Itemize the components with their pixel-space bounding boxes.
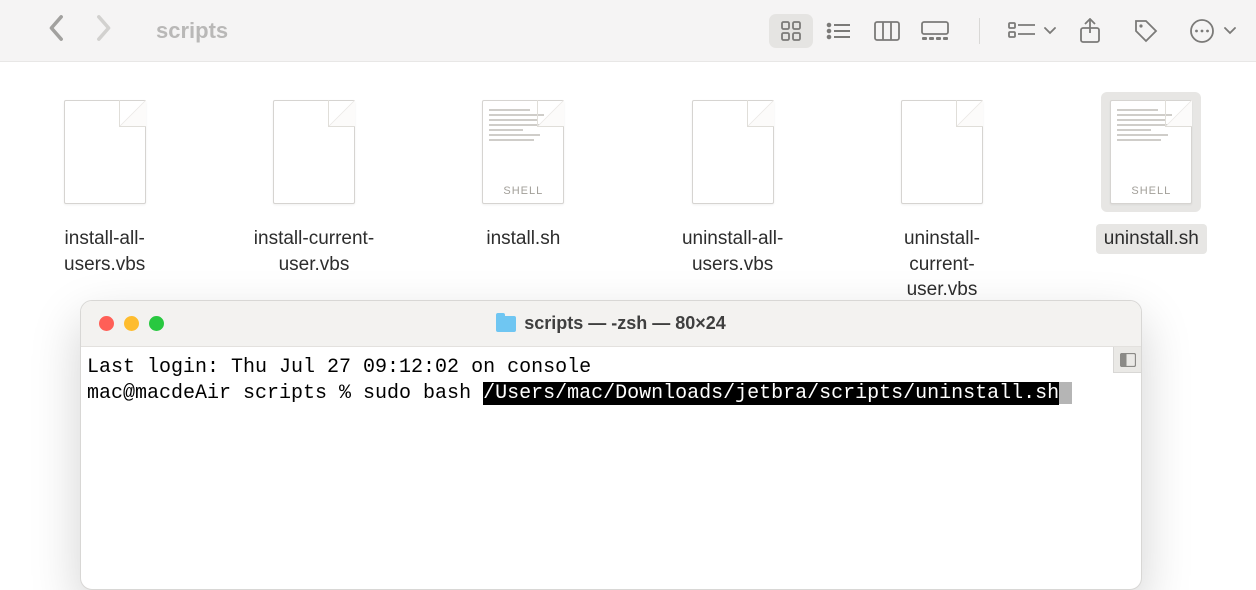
close-button[interactable] [99,316,114,331]
icon-view-button[interactable] [769,14,813,48]
folder-icon [496,316,516,332]
file-label: install.sh [478,224,568,254]
zoom-button[interactable] [149,316,164,331]
share-button[interactable] [1068,14,1112,48]
tags-button[interactable] [1124,14,1168,48]
terminal-cmd-prefix: sudo bash [363,382,483,405]
terminal-prompt: mac@macdeAir scripts % [87,382,363,405]
file-icon: SHELL [473,92,573,212]
file-icon [264,92,364,212]
file-icon: SHELL [1101,92,1201,212]
file-icon [55,92,155,212]
terminal-cursor [1059,382,1072,404]
terminal-sidebar-toggle[interactable] [1113,347,1141,373]
file-label: install-current-user.vbs [239,224,388,279]
file-label: uninstall.sh [1096,224,1207,254]
terminal-body[interactable]: Last login: Thu Jul 27 09:12:02 on conso… [81,347,1141,415]
back-button[interactable] [48,14,66,47]
gallery-view-button[interactable] [913,14,957,48]
file-item[interactable]: install-all-users.vbs [30,92,179,305]
terminal-titlebar[interactable]: scripts — -zsh — 80×24 [81,301,1141,347]
list-view-button[interactable] [817,14,861,48]
file-item[interactable]: install-current-user.vbs [239,92,388,305]
terminal-line: Last login: Thu Jul 27 09:12:02 on conso… [87,356,591,379]
minimize-button[interactable] [124,316,139,331]
folder-title: scripts [156,18,228,44]
terminal-title: scripts — -zsh — 80×24 [81,313,1141,334]
chevron-down-icon [1044,22,1056,40]
file-item[interactable]: uninstall-all-users.vbs [658,92,807,305]
more-actions-button[interactable] [1180,14,1224,48]
finder-toolbar: scripts [0,0,1256,62]
forward-button[interactable] [94,14,112,47]
file-icon [892,92,992,212]
group-by-button[interactable] [1000,14,1044,48]
terminal-title-text: scripts — -zsh — 80×24 [524,313,726,334]
file-icon [683,92,783,212]
terminal-cmd-path: /Users/mac/Downloads/jetbra/scripts/unin… [483,382,1059,405]
file-type-badge: SHELL [483,185,563,197]
file-item[interactable]: uninstall-current-user.vbs [867,92,1016,305]
toolbar-divider [979,18,980,44]
file-label: uninstall-current-user.vbs [867,224,1016,305]
file-item[interactable]: SHELL uninstall.sh [1077,92,1226,305]
view-mode-group [767,12,959,50]
file-item[interactable]: SHELL install.sh [449,92,598,305]
file-label: install-all-users.vbs [30,224,179,279]
file-type-badge: SHELL [1111,185,1191,197]
column-view-button[interactable] [865,14,909,48]
terminal-window: scripts — -zsh — 80×24 Last login: Thu J… [80,300,1142,590]
file-label: uninstall-all-users.vbs [658,224,807,279]
file-grid: install-all-users.vbs install-current-use… [0,62,1256,305]
chevron-down-icon [1224,22,1236,40]
